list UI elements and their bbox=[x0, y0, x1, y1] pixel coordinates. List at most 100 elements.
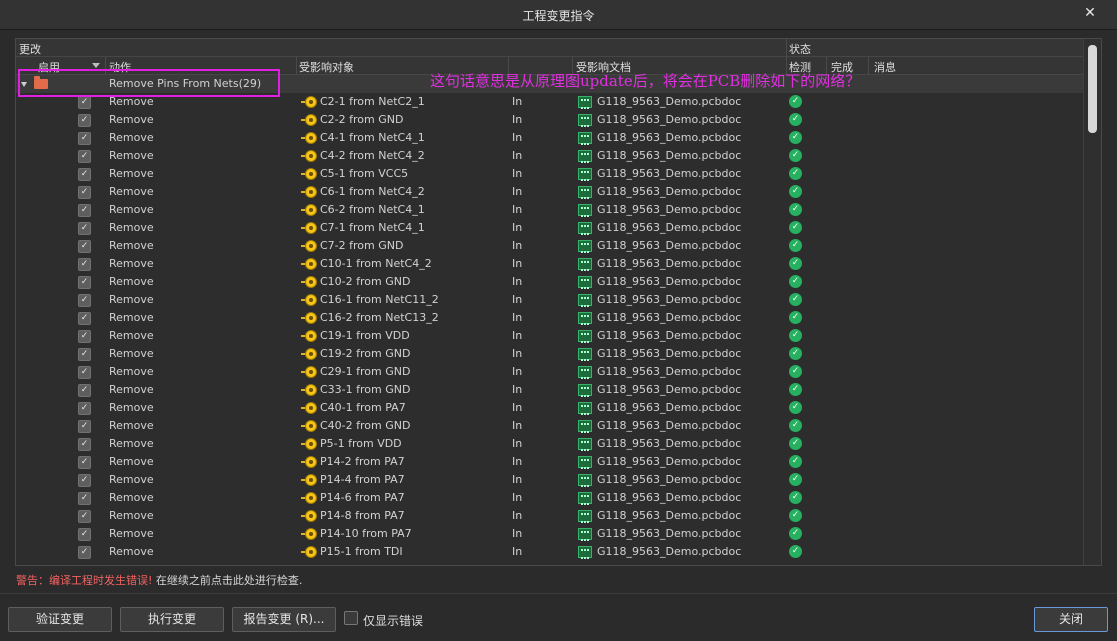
column-status[interactable]: 状态 bbox=[789, 41, 811, 57]
check-circle-icon: ✓ bbox=[789, 365, 802, 378]
pcb-document-icon bbox=[578, 384, 592, 397]
check-circle-icon: ✓ bbox=[789, 383, 802, 396]
enable-checkbox[interactable]: ✓ bbox=[78, 204, 91, 217]
row-document: G118_9563_Demo.pcbdoc bbox=[597, 509, 742, 522]
sort-down-icon[interactable] bbox=[92, 63, 100, 68]
row-object: C16-1 from NetC11_2 bbox=[320, 293, 439, 306]
table-row[interactable]: ✓ Remove C19-2 from GND In G118_9563_Demo.pc… bbox=[16, 345, 1084, 363]
enable-checkbox[interactable]: ✓ bbox=[78, 258, 91, 271]
row-action: Remove bbox=[109, 347, 154, 360]
table-row[interactable]: ✓ Remove P14-4 from PA7 In G118_9563_Demo.pc… bbox=[16, 471, 1084, 489]
table-row[interactable]: ✓ Remove C4-1 from NetC4_1 In G118_9563_Demo… bbox=[16, 129, 1084, 147]
table-row[interactable]: ✓ Remove C40-2 from GND In G118_9563_Demo.pc… bbox=[16, 417, 1084, 435]
table-row[interactable]: ✓ Remove C6-2 from NetC4_1 In G118_9563_Demo… bbox=[16, 201, 1084, 219]
enable-checkbox[interactable]: ✓ bbox=[78, 150, 91, 163]
row-action: Remove bbox=[109, 131, 154, 144]
change-rows: Remove Pins From Nets(29) ✓ Remove C2-1 fr… bbox=[16, 75, 1084, 561]
pcb-document-icon bbox=[578, 240, 592, 253]
validate-changes-button[interactable]: 验证变更 bbox=[8, 607, 112, 632]
table-row[interactable]: ✓ Remove C29-1 from GND In G118_9563_Demo.pc… bbox=[16, 363, 1084, 381]
table-row[interactable]: ✓ Remove C6-1 from NetC4_2 In G118_9563_Demo… bbox=[16, 183, 1084, 201]
row-object: P14-6 from PA7 bbox=[320, 491, 405, 504]
enable-checkbox[interactable]: ✓ bbox=[78, 114, 91, 127]
enable-checkbox[interactable]: ✓ bbox=[78, 330, 91, 343]
enable-checkbox[interactable]: ✓ bbox=[78, 438, 91, 451]
scrollbar-thumb[interactable] bbox=[1088, 45, 1097, 133]
enable-checkbox[interactable]: ✓ bbox=[78, 240, 91, 253]
table-row[interactable]: ✓ Remove P15-1 from TDI In G118_9563_Demo.pc… bbox=[16, 543, 1084, 561]
table-row[interactable]: ✓ Remove C16-2 from NetC13_2 In G118_9563_De… bbox=[16, 309, 1084, 327]
enable-checkbox[interactable]: ✓ bbox=[78, 384, 91, 397]
table-row[interactable]: ✓ Remove P14-10 from PA7 In G118_9563_Demo.p… bbox=[16, 525, 1084, 543]
execute-changes-button[interactable]: 执行变更 bbox=[120, 607, 224, 632]
enable-checkbox[interactable]: ✓ bbox=[78, 132, 91, 145]
row-document: G118_9563_Demo.pcbdoc bbox=[597, 221, 742, 234]
report-changes-button[interactable]: 报告变更 (R)... bbox=[232, 607, 336, 632]
table-row[interactable]: ✓ Remove C4-2 from NetC4_2 In G118_9563_Demo… bbox=[16, 147, 1084, 165]
row-document: G118_9563_Demo.pcbdoc bbox=[597, 365, 742, 378]
row-direction: In bbox=[512, 383, 523, 396]
table-row[interactable]: ✓ Remove C16-1 from NetC11_2 In G118_9563_De… bbox=[16, 291, 1084, 309]
enable-checkbox[interactable]: ✓ bbox=[78, 312, 91, 325]
row-document: G118_9563_Demo.pcbdoc bbox=[597, 113, 742, 126]
component-pin-icon bbox=[301, 150, 317, 162]
table-row[interactable]: ✓ Remove C5-1 from VCC5 In G118_9563_Demo.pc… bbox=[16, 165, 1084, 183]
close-button[interactable]: 关闭 bbox=[1034, 607, 1108, 632]
enable-checkbox[interactable]: ✓ bbox=[78, 420, 91, 433]
close-icon[interactable]: ✕ bbox=[1081, 4, 1099, 22]
row-direction: In bbox=[512, 203, 523, 216]
check-circle-icon: ✓ bbox=[789, 221, 802, 234]
check-circle-icon: ✓ bbox=[789, 203, 802, 216]
table-row[interactable]: ✓ Remove C10-2 from GND In G118_9563_Demo.pc… bbox=[16, 273, 1084, 291]
enable-checkbox[interactable]: ✓ bbox=[78, 348, 91, 361]
row-direction: In bbox=[512, 437, 523, 450]
enable-checkbox[interactable]: ✓ bbox=[78, 492, 91, 505]
pcb-document-icon bbox=[578, 168, 592, 181]
info-text[interactable]: 在继续之前点击此处进行检查. bbox=[156, 574, 303, 587]
column-affected-object[interactable]: 受影响对象 bbox=[299, 59, 354, 75]
pcb-document-icon bbox=[578, 474, 592, 487]
table-row[interactable]: ✓ Remove C33-1 from GND In G118_9563_Demo.pc… bbox=[16, 381, 1084, 399]
enable-checkbox[interactable]: ✓ bbox=[78, 168, 91, 181]
row-direction: In bbox=[512, 491, 523, 504]
enable-checkbox[interactable]: ✓ bbox=[78, 474, 91, 487]
row-direction: In bbox=[512, 329, 523, 342]
table-row[interactable]: ✓ Remove C40-1 from PA7 In G118_9563_Demo.pc… bbox=[16, 399, 1084, 417]
component-pin-icon bbox=[301, 366, 317, 378]
only-errors-label: 仅显示错误 bbox=[363, 614, 424, 628]
enable-checkbox[interactable]: ✓ bbox=[78, 456, 91, 469]
table-row[interactable]: ✓ Remove P5-1 from VDD In G118_9563_Demo.pcb… bbox=[16, 435, 1084, 453]
component-pin-icon bbox=[301, 312, 317, 324]
table-row[interactable]: ✓ Remove P14-2 from PA7 In G118_9563_Demo.pc… bbox=[16, 453, 1084, 471]
row-action: Remove bbox=[109, 203, 154, 216]
enable-checkbox[interactable]: ✓ bbox=[78, 546, 91, 559]
column-message[interactable]: 消息 bbox=[874, 59, 896, 75]
pcb-document-icon bbox=[578, 186, 592, 199]
enable-checkbox[interactable]: ✓ bbox=[78, 96, 91, 109]
enable-checkbox[interactable]: ✓ bbox=[78, 402, 91, 415]
table-row[interactable]: ✓ Remove P14-6 from PA7 In G118_9563_Demo.pc… bbox=[16, 489, 1084, 507]
column-modifications[interactable]: 更改 bbox=[19, 41, 41, 57]
vertical-scrollbar[interactable] bbox=[1083, 39, 1101, 565]
component-pin-icon bbox=[301, 240, 317, 252]
enable-checkbox[interactable]: ✓ bbox=[78, 294, 91, 307]
pcb-document-icon bbox=[578, 312, 592, 325]
enable-checkbox[interactable]: ✓ bbox=[78, 528, 91, 541]
enable-checkbox[interactable]: ✓ bbox=[78, 222, 91, 235]
enable-checkbox[interactable]: ✓ bbox=[78, 366, 91, 379]
table-row[interactable]: ✓ Remove P14-8 from PA7 In G118_9563_Demo.pc… bbox=[16, 507, 1084, 525]
status-line[interactable]: 警告：编译工程时发生错误! 在继续之前点击此处进行检查. bbox=[16, 572, 302, 588]
row-object: C10-2 from GND bbox=[320, 275, 411, 288]
enable-checkbox[interactable]: ✓ bbox=[78, 510, 91, 523]
check-circle-icon: ✓ bbox=[789, 239, 802, 252]
warning-text[interactable]: 警告：编译工程时发生错误! bbox=[16, 574, 152, 587]
enable-checkbox[interactable]: ✓ bbox=[78, 276, 91, 289]
check-circle-icon: ✓ bbox=[789, 185, 802, 198]
table-row[interactable]: ✓ Remove C7-2 from GND In G118_9563_Demo.pcb… bbox=[16, 237, 1084, 255]
table-row[interactable]: ✓ Remove C10-1 from NetC4_2 In G118_9563_Dem… bbox=[16, 255, 1084, 273]
only-errors-checkbox[interactable] bbox=[344, 611, 358, 625]
enable-checkbox[interactable]: ✓ bbox=[78, 186, 91, 199]
table-row[interactable]: ✓ Remove C2-2 from GND In G118_9563_Demo.pcb… bbox=[16, 111, 1084, 129]
table-row[interactable]: ✓ Remove C19-1 from VDD In G118_9563_Demo.pc… bbox=[16, 327, 1084, 345]
table-row[interactable]: ✓ Remove C7-1 from NetC4_1 In G118_9563_Demo… bbox=[16, 219, 1084, 237]
